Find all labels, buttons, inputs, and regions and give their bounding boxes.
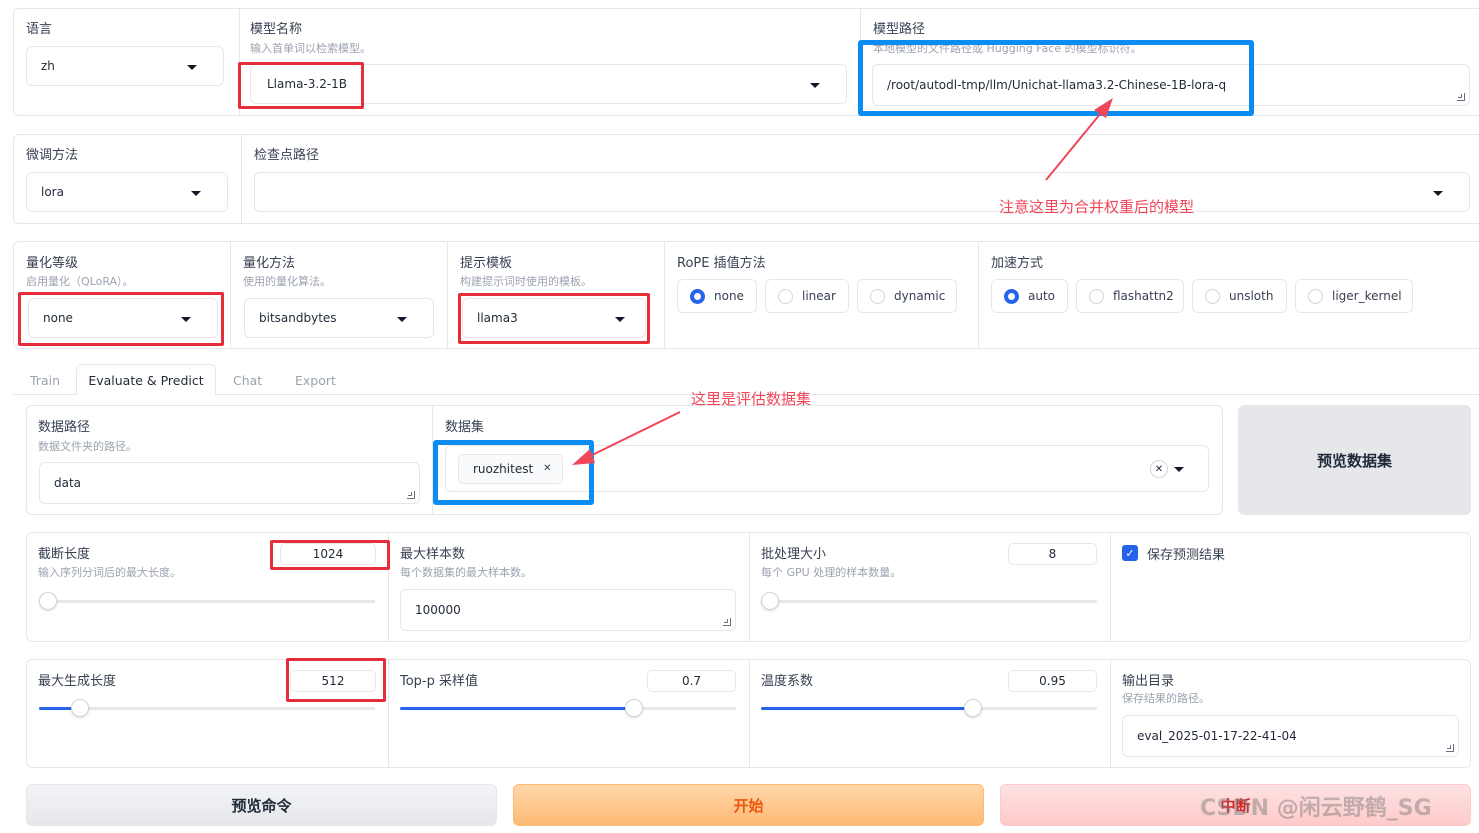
annotation-arrows bbox=[572, 98, 1113, 465]
merged-model-note: 注意这里为合并权重后的模型 bbox=[999, 198, 1195, 216]
eval-dataset-note: 这里是评估数据集 bbox=[691, 390, 812, 408]
arrow-to-dataset bbox=[572, 411, 681, 465]
arrow-to-model-path bbox=[1045, 98, 1113, 181]
watermark: CSDN @闲云野鹤_SG bbox=[1200, 796, 1432, 821]
